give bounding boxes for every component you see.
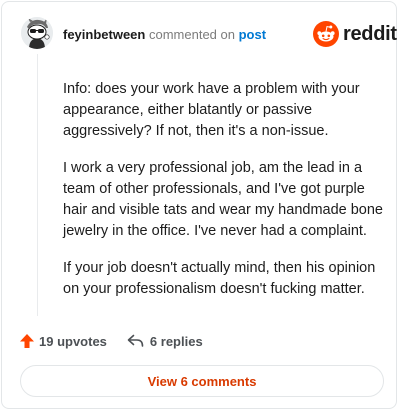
- comment-actions: 19 upvotes 6 replies: [19, 333, 203, 349]
- commented-on-text: commented on: [148, 27, 235, 42]
- view-comments-button[interactable]: View 6 comments: [20, 365, 384, 397]
- comment-card: feyinbetween commented on post reddit In…: [1, 1, 397, 409]
- replies-count: 6 replies: [149, 333, 203, 349]
- reddit-logo[interactable]: reddit: [313, 21, 397, 47]
- comment-paragraph: Info: does your work have a problem with…: [63, 81, 360, 139]
- post-link[interactable]: post: [239, 27, 266, 42]
- comment-body: Info: does your work have a problem with…: [63, 79, 383, 316]
- username-link[interactable]: feyinbetween: [63, 27, 145, 42]
- replies-button[interactable]: 6 replies: [127, 334, 203, 349]
- upvote-arrow-icon: [20, 334, 34, 348]
- snoo-avatar-icon: [21, 17, 53, 49]
- reply-arrow-icon: [127, 334, 144, 347]
- comment-paragraph: If your job doesn't actually mind, then …: [63, 260, 376, 297]
- reddit-wordmark: reddit: [343, 22, 397, 45]
- avatar[interactable]: [21, 17, 53, 49]
- thread-line: [37, 54, 38, 316]
- upvote-button[interactable]: 19 upvotes: [19, 333, 107, 349]
- comment-paragraph: I work a very professional job, am the l…: [63, 160, 383, 239]
- comment-header: feyinbetween commented on post: [63, 27, 266, 42]
- reddit-snoo-icon: [313, 21, 339, 47]
- upvote-count: 19 upvotes: [39, 333, 107, 349]
